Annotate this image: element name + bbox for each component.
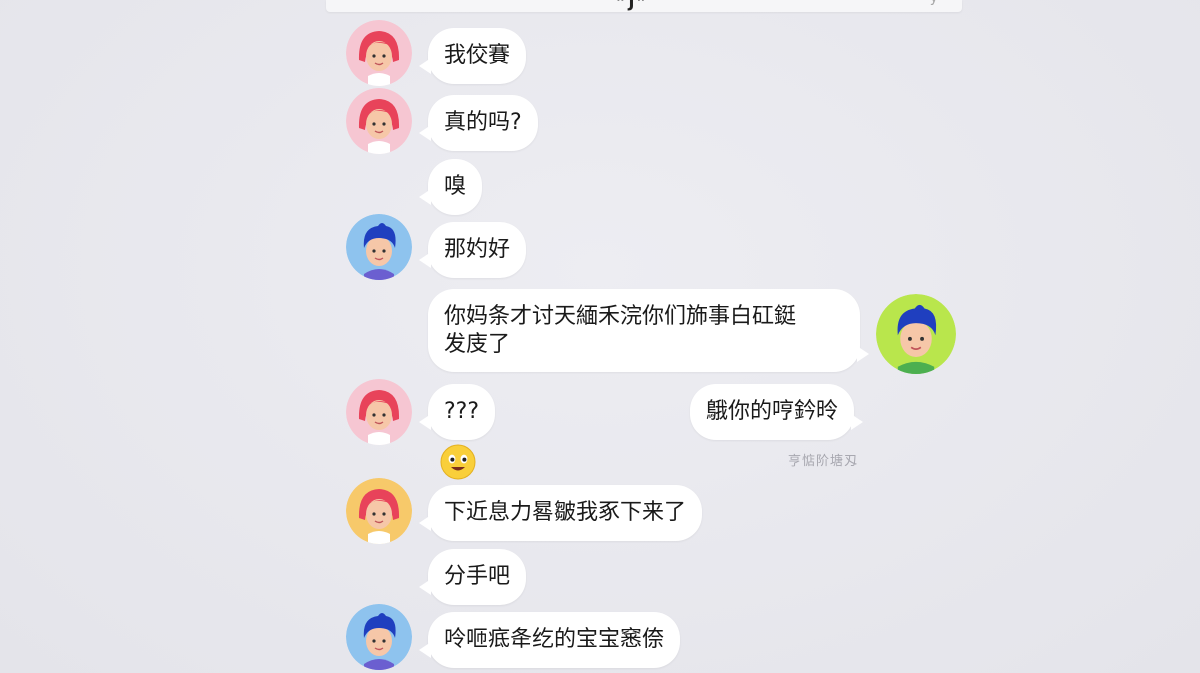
message-bubble[interactable]: 真的吗? xyxy=(419,95,538,151)
top-bar-text: ”J” xyxy=(616,0,649,11)
boy-avatar[interactable] xyxy=(876,294,956,374)
message-bubble[interactable]: 分手吧 xyxy=(418,549,527,605)
message-status: 亨惦阶塘刄 xyxy=(788,454,859,469)
top-bar-text-right: y xyxy=(930,0,938,6)
message-bubble[interactable]: 我佼賽 xyxy=(418,28,527,84)
girl-avatar[interactable] xyxy=(346,379,412,445)
message-bubble[interactable]: 那妁好 xyxy=(418,222,527,278)
message-bubble[interactable]: 下近息力晷皺我豖下来了 xyxy=(418,485,703,541)
boy-avatar[interactable] xyxy=(346,604,412,670)
message-bubble-outgoing[interactable]: 你妈条才讨天緬禾浣你们斾事白矼鋌 发庋了 xyxy=(428,289,869,372)
girl-avatar[interactable] xyxy=(346,20,412,86)
top-bar-fragment: ”J” y xyxy=(326,0,962,12)
message-bubble[interactable]: 嗅 xyxy=(418,159,483,215)
message-line: 你妈条才讨天緬禾浣你们斾事白矼鋌 xyxy=(444,304,797,329)
grinning-face-emoji xyxy=(440,444,476,480)
girl-avatar[interactable] xyxy=(346,478,412,544)
message-bubble[interactable]: ??? xyxy=(418,384,496,440)
girl-avatar[interactable] xyxy=(346,88,412,154)
boy-avatar[interactable] xyxy=(346,214,412,280)
message-bubble-outgoing[interactable]: 䳘你的哼鈐昤 xyxy=(690,384,864,440)
chat-screen: ”J” y 我佼賽 真的吗? 嗅 xyxy=(0,0,1200,673)
message-line: 发庋了 xyxy=(444,332,511,357)
message-bubble[interactable]: 呤咂疷夅纥的宝宝窸倷 xyxy=(418,612,681,668)
